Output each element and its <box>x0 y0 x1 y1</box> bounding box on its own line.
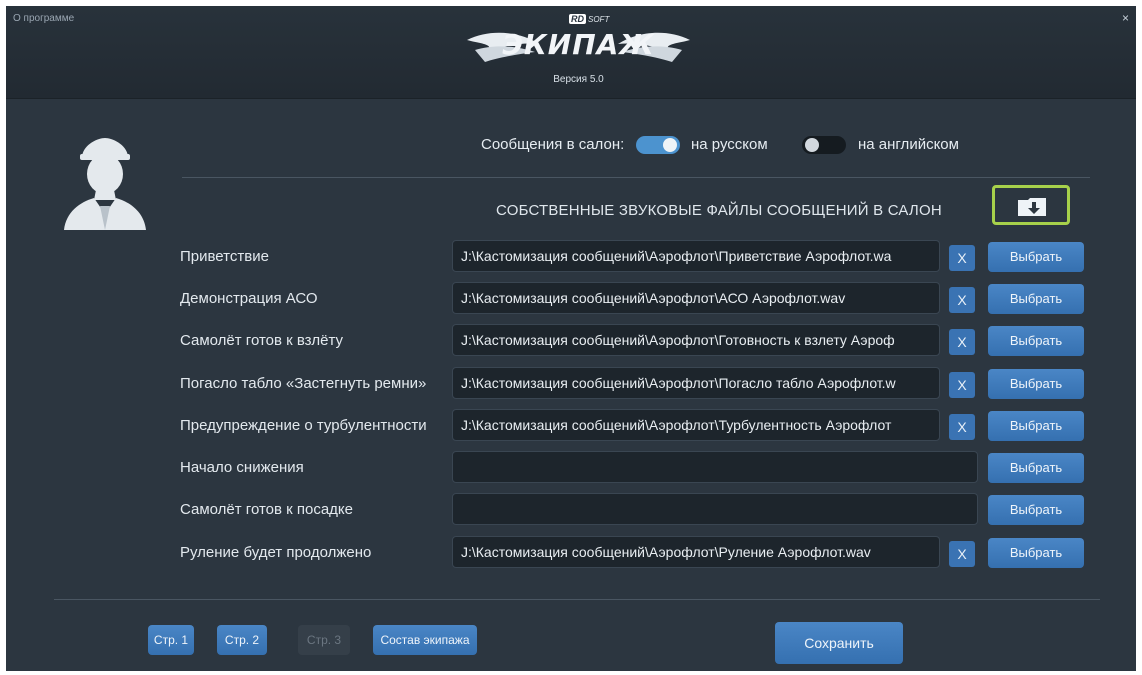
about-window: О программе × RD SOFT ЭКИПАЖ Версия 5.0 <box>6 6 1136 671</box>
file-path-field[interactable] <box>452 451 978 483</box>
file-path-field[interactable]: J:\Кастомизация сообщений\Аэрофлот\Приве… <box>452 240 940 272</box>
list-item: Предупреждение о турбулентности J:\Касто… <box>6 407 1136 443</box>
header: О программе × RD SOFT ЭКИПАЖ Версия 5.0 <box>6 6 1136 99</box>
message-label: Руление будет продолжено <box>180 544 372 561</box>
message-label: Погасло табло «Застегнуть ремни» <box>180 375 427 392</box>
choose-button[interactable]: Выбрать <box>988 284 1084 314</box>
toggle-knob <box>805 138 819 152</box>
message-label: Начало снижения <box>180 459 304 476</box>
list-item: Самолёт готов к посадке Выбрать <box>6 491 1136 527</box>
message-label: Самолёт готов к посадке <box>180 501 353 518</box>
clear-button[interactable]: X <box>949 329 975 355</box>
choose-button[interactable]: Выбрать <box>988 369 1084 399</box>
file-path-field[interactable]: J:\Кастомизация сообщений\Аэрофлот\Готов… <box>452 324 940 356</box>
clear-button[interactable]: X <box>949 287 975 313</box>
divider <box>54 599 1100 600</box>
window-title: О программе <box>13 13 75 24</box>
brand-soft: SOFT <box>588 15 610 24</box>
page-2-button[interactable]: Стр. 2 <box>217 625 267 655</box>
list-item: Руление будет продолжено J:\Кастомизация… <box>6 534 1136 570</box>
save-button[interactable]: Сохранить <box>775 622 903 664</box>
choose-button[interactable]: Выбрать <box>988 453 1084 483</box>
english-toggle[interactable] <box>802 136 846 154</box>
page-3-button: Стр. 3 <box>298 625 350 655</box>
clear-button[interactable]: X <box>949 372 975 398</box>
messages-label: Сообщения в салон: <box>481 136 625 153</box>
choose-button[interactable]: Выбрать <box>988 538 1084 568</box>
close-button[interactable]: × <box>1122 11 1129 25</box>
clear-button[interactable]: X <box>949 245 975 271</box>
open-folder-button[interactable] <box>992 185 1070 225</box>
file-path-field[interactable]: J:\Кастомизация сообщений\Аэрофлот\Рулен… <box>452 536 940 568</box>
brand-rd: RD <box>569 14 586 24</box>
file-path-field[interactable]: J:\Кастомизация сообщений\Аэрофлот\Погас… <box>452 367 940 399</box>
russian-label: на русском <box>691 136 768 153</box>
list-item: Погасло табло «Застегнуть ремни» J:\Каст… <box>6 365 1136 401</box>
list-item: Приветствие J:\Кастомизация сообщений\Аэ… <box>6 238 1136 274</box>
divider <box>182 177 1090 178</box>
list-item: Самолёт готов к взлёту J:\Кастомизация с… <box>6 322 1136 358</box>
folder-icon <box>1018 198 1046 216</box>
message-label: Самолёт готов к взлёту <box>180 332 344 349</box>
choose-button[interactable]: Выбрать <box>988 242 1084 272</box>
clear-button[interactable]: X <box>949 541 975 567</box>
cabin-messages-toggles: Сообщения в салон: на русском на английс… <box>6 134 1136 158</box>
choose-button[interactable]: Выбрать <box>988 495 1084 525</box>
message-label: Приветствие <box>180 248 269 265</box>
message-label: Предупреждение о турбулентности <box>180 417 427 434</box>
file-path-field[interactable] <box>452 493 978 525</box>
russian-toggle[interactable] <box>636 136 680 154</box>
version-label: Версия 5.0 <box>553 74 604 85</box>
page-1-button[interactable]: Стр. 1 <box>148 625 194 655</box>
brand-name: ЭКИПАЖ <box>502 28 655 61</box>
clear-button[interactable]: X <box>949 414 975 440</box>
english-label: на английском <box>858 136 959 153</box>
file-path-field[interactable]: J:\Кастомизация сообщений\Аэрофлот\Турбу… <box>452 409 940 441</box>
choose-button[interactable]: Выбрать <box>988 411 1084 441</box>
file-path-field[interactable]: J:\Кастомизация сообщений\Аэрофлот\АСО А… <box>452 282 940 314</box>
list-item: Демонстрация АСО J:\Кастомизация сообщен… <box>6 280 1136 316</box>
choose-button[interactable]: Выбрать <box>988 326 1084 356</box>
message-label: Демонстрация АСО <box>180 290 318 307</box>
app-logo: RD SOFT ЭКИПАЖ Версия 5.0 <box>461 14 696 94</box>
section-title: СОБСТВЕННЫЕ ЗВУКОВЫЕ ФАЙЛЫ СООБЩЕНИЙ В С… <box>496 202 942 219</box>
toggle-knob <box>663 138 677 152</box>
crew-button[interactable]: Состав экипажа <box>373 625 477 655</box>
list-item: Начало снижения Выбрать <box>6 449 1136 485</box>
